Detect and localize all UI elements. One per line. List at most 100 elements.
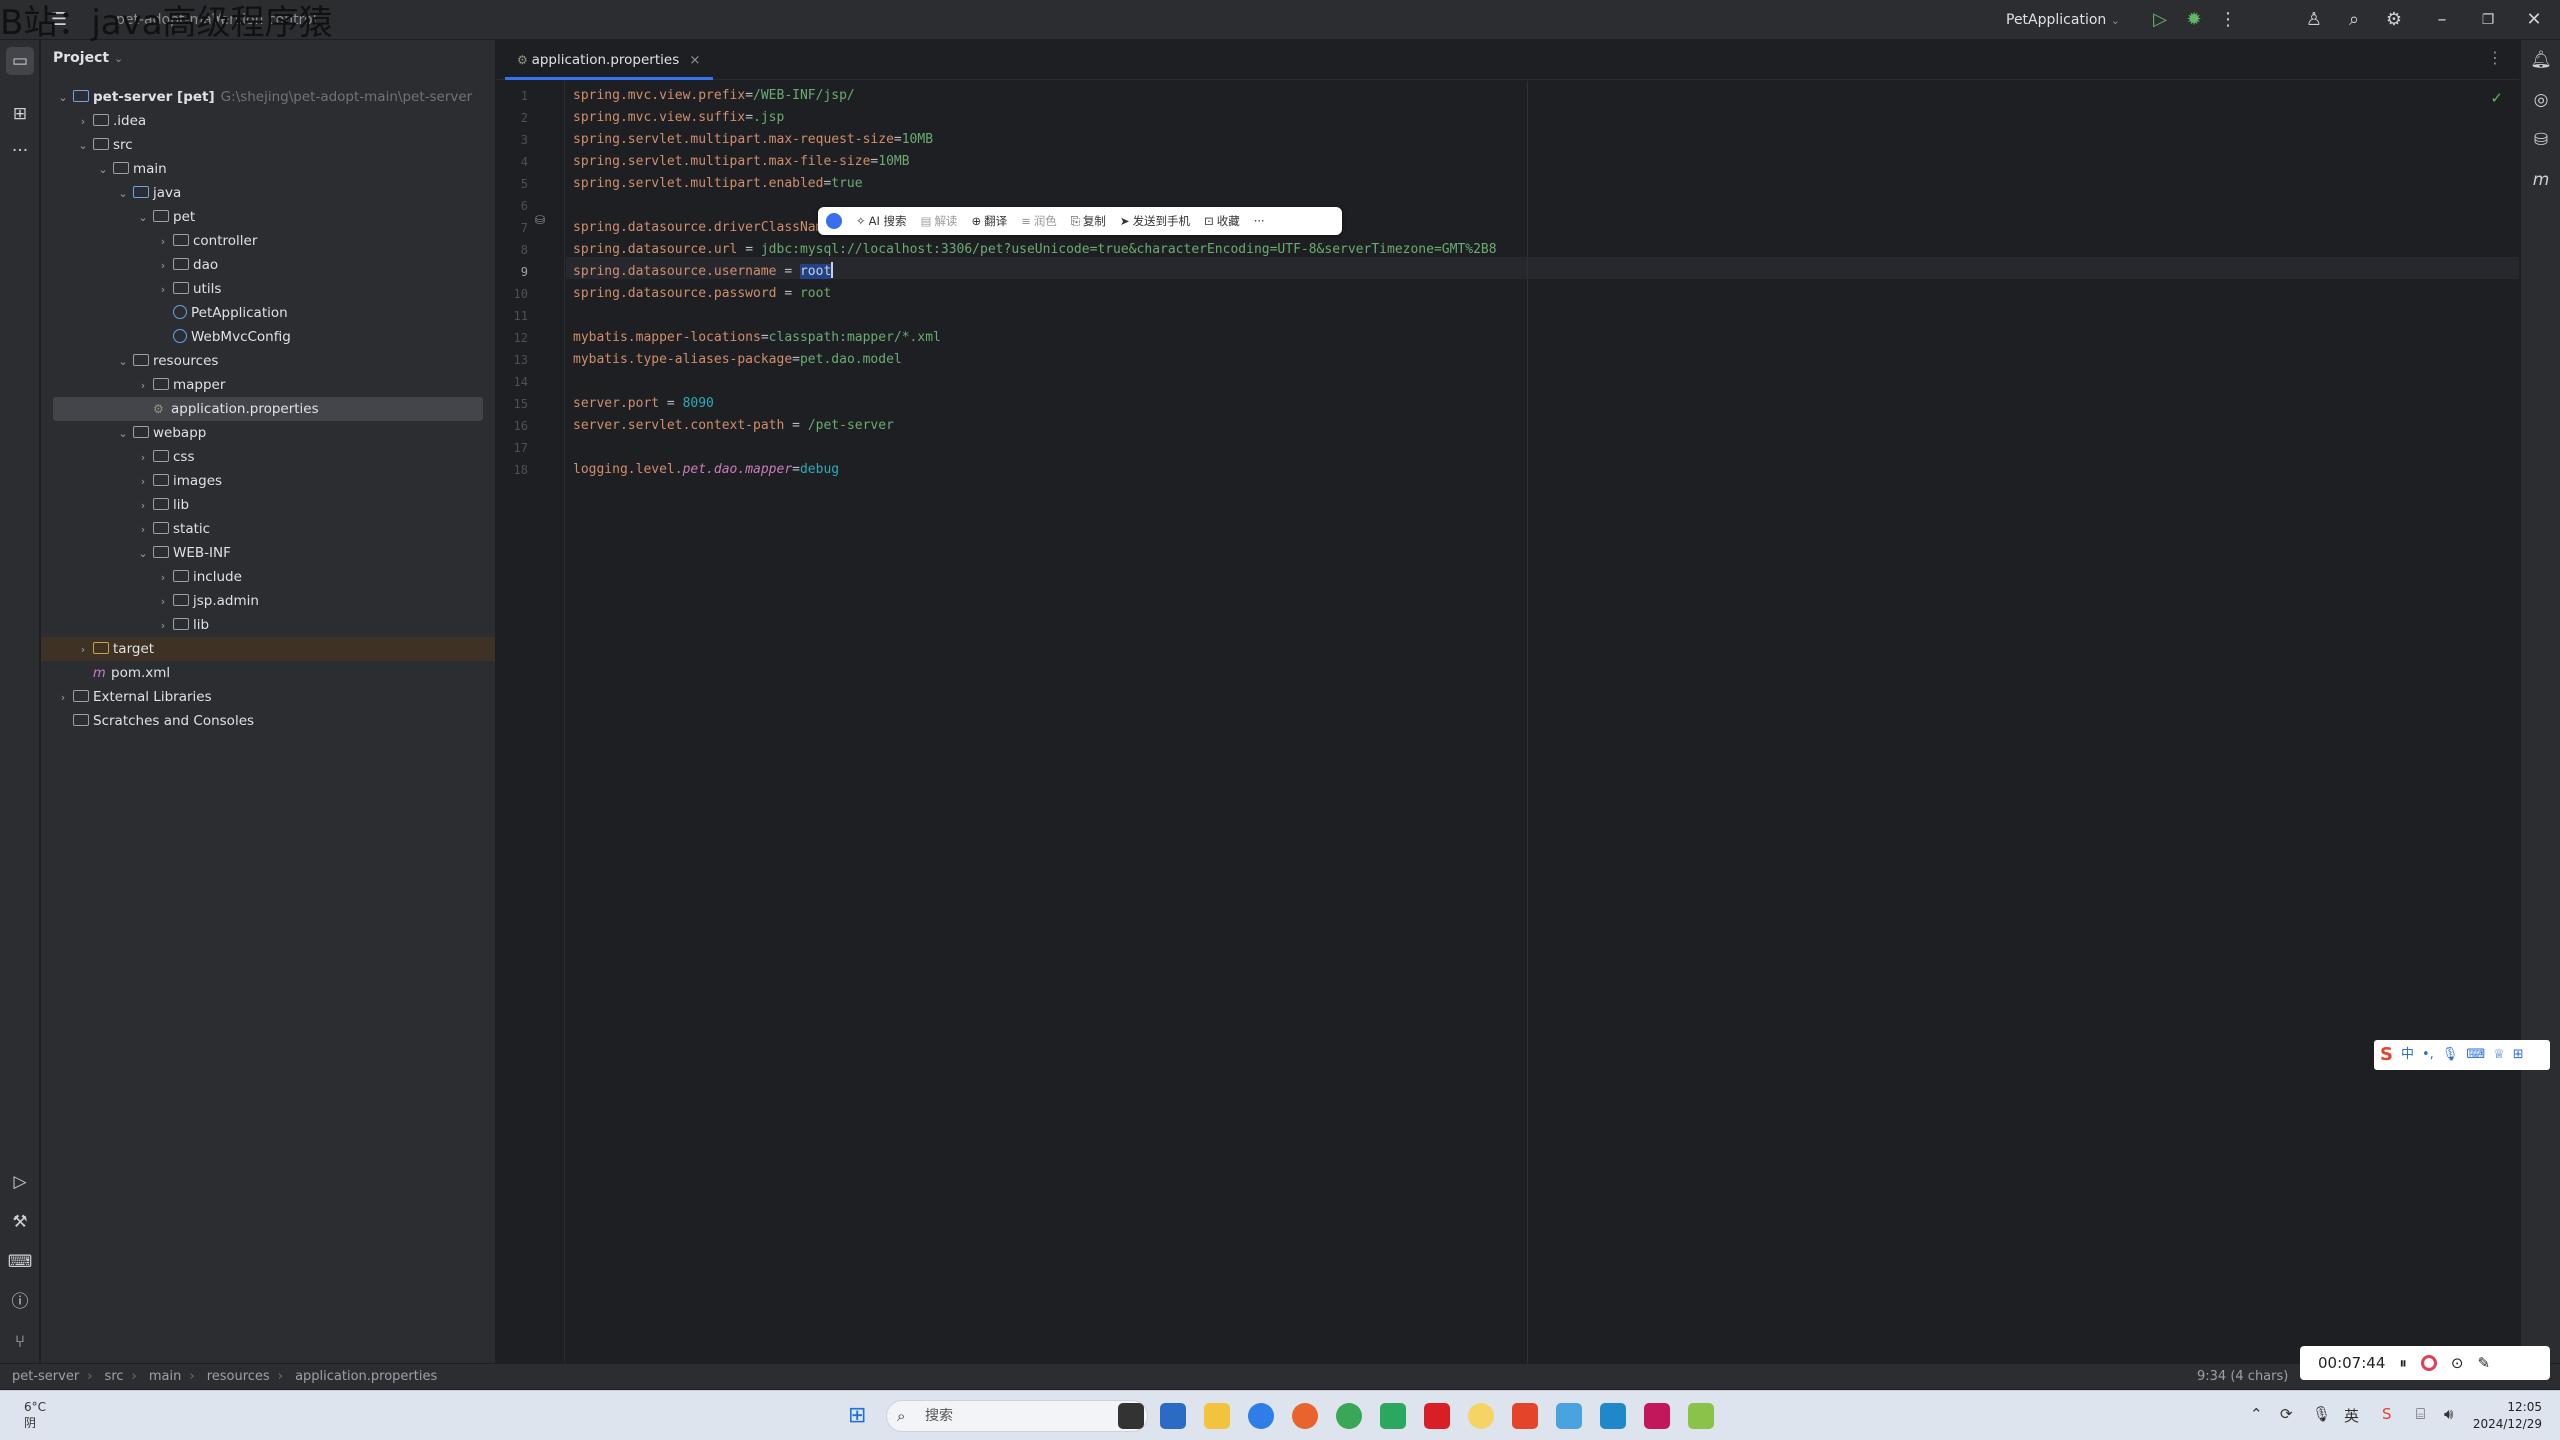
copy-button[interactable]: ⎘ 复制 xyxy=(1071,213,1106,229)
line-number[interactable]: 8 xyxy=(521,239,528,261)
sogou-tray-icon[interactable]: S xyxy=(2382,1405,2392,1423)
expand-arrow-icon[interactable]: ⌄ xyxy=(115,182,131,206)
code-line[interactable] xyxy=(565,195,573,217)
close-window-icon[interactable]: ✕ xyxy=(2520,6,2548,34)
tree-item-application-properties[interactable]: ⚙ application.properties xyxy=(53,397,483,421)
line-number[interactable]: 14 xyxy=(514,371,528,393)
code-line[interactable]: spring.servlet.multipart.max-request-siz… xyxy=(565,129,933,151)
more-tools-icon[interactable]: ··· xyxy=(6,137,34,165)
expand-arrow-icon[interactable]: ⌄ xyxy=(115,422,131,446)
expand-arrow-icon[interactable]: ⌄ xyxy=(115,350,131,374)
tree-item-webmvcconfig[interactable]: WebMvcConfig xyxy=(41,325,495,349)
problems-icon[interactable]: ⓘ xyxy=(6,1288,34,1316)
line-number[interactable]: 13 xyxy=(514,349,528,371)
skin-icon[interactable]: ♕ xyxy=(2493,1040,2505,1070)
ai-assistant-icon[interactable]: ◎ xyxy=(2527,86,2555,114)
expand-arrow-icon[interactable]: ⌄ xyxy=(135,542,151,566)
expand-arrow-icon[interactable]: ⌄ xyxy=(75,134,91,158)
collapse-arrow-icon[interactable]: › xyxy=(135,518,151,542)
line-number[interactable]: 1 xyxy=(521,85,528,107)
store-icon[interactable] xyxy=(1160,1403,1186,1429)
tree-item-target[interactable]: › target xyxy=(41,637,495,661)
code-line[interactable]: spring.datasource.password = root xyxy=(565,283,831,305)
chrome-icon[interactable] xyxy=(1336,1403,1362,1429)
notifications-bell-icon[interactable]: 🔔︎ xyxy=(2527,46,2555,74)
tree-item-scratches[interactable]: Scratches and Consoles xyxy=(41,709,495,733)
collapse-arrow-icon[interactable]: › xyxy=(155,278,171,302)
task-view-icon[interactable] xyxy=(1118,1403,1144,1429)
weather-widget[interactable]: 6°C 阴 xyxy=(24,1399,46,1431)
code-line[interactable]: mybatis.mapper-locations=classpath:mappe… xyxy=(565,327,941,349)
breadcrumb-item[interactable]: resources xyxy=(207,1369,270,1384)
tree-item-main[interactable]: ⌄ main xyxy=(41,157,495,181)
volume-icon[interactable]: 🔊︎ xyxy=(2444,1405,2453,1423)
code-line[interactable]: spring.servlet.multipart.enabled=true xyxy=(565,173,863,195)
edge-icon[interactable] xyxy=(1380,1403,1406,1429)
app-green-icon[interactable] xyxy=(1688,1403,1714,1429)
tray-overflow-icon[interactable]: ⌃ xyxy=(2250,1405,2263,1423)
line-number[interactable]: 15 xyxy=(514,393,528,415)
tab-options-icon[interactable]: ⋮ xyxy=(2487,48,2503,67)
line-number[interactable]: 4 xyxy=(521,151,528,173)
code-line[interactable]: spring.mvc.view.suffix=.jsp xyxy=(565,107,784,129)
line-number[interactable]: 2 xyxy=(521,107,528,129)
windows-start-icon[interactable]: ⊞ xyxy=(848,1403,866,1428)
more-button[interactable]: ··· xyxy=(1254,214,1265,228)
caret-position[interactable]: 9:34 (4 chars) xyxy=(2197,1364,2288,1390)
breadcrumb-item[interactable]: application.properties xyxy=(295,1369,437,1384)
expand-arrow-icon[interactable]: ⌄ xyxy=(55,86,71,110)
maven-tool-icon[interactable]: m xyxy=(2527,166,2555,194)
tree-item-pet[interactable]: ⌄ pet xyxy=(41,205,495,229)
breadcrumb-item[interactable]: src xyxy=(105,1369,124,1384)
restore-icon[interactable]: ❐ xyxy=(2474,6,2502,34)
code-line[interactable]: server.servlet.context-path = /pet-serve… xyxy=(565,415,894,437)
toolbox-icon[interactable]: ⊞ xyxy=(2513,1040,2524,1070)
code-line[interactable]: spring.datasource.username = root xyxy=(565,261,834,283)
tree-item-resources[interactable]: ⌄ resources xyxy=(41,349,495,373)
line-number[interactable]: 18 xyxy=(514,459,528,481)
keyboard-icon[interactable]: ⌨ xyxy=(2466,1040,2485,1070)
tree-item-web-inf-lib[interactable]: › lib xyxy=(41,613,495,637)
tree-item-static[interactable]: › static xyxy=(41,517,495,541)
collapse-arrow-icon[interactable]: › xyxy=(75,638,91,662)
favorite-button[interactable]: ⊡ 收藏 xyxy=(1204,213,1240,229)
line-number[interactable]: 9 xyxy=(521,261,528,283)
collapse-arrow-icon[interactable]: › xyxy=(155,590,171,614)
polish-button[interactable]: ≡ 润色 xyxy=(1021,213,1057,229)
project-panel-header[interactable]: Project ⌄ xyxy=(53,50,123,66)
app-orange-icon[interactable] xyxy=(1512,1403,1538,1429)
taskbar-search[interactable]: ⌕ 搜索 xyxy=(886,1400,1148,1432)
no-problems-check-icon[interactable]: ✓ xyxy=(2490,89,2503,107)
close-tab-icon[interactable]: × xyxy=(689,52,700,68)
account-icon[interactable]: ♙ xyxy=(2300,6,2328,34)
notepad-icon[interactable] xyxy=(1600,1403,1626,1429)
camera-icon[interactable]: ⊙ xyxy=(2451,1354,2464,1372)
tree-item-controller[interactable]: › controller xyxy=(41,229,495,253)
expand-arrow-icon[interactable]: ⌄ xyxy=(95,158,111,182)
app-yellow-icon[interactable] xyxy=(1468,1403,1494,1429)
project-tool-icon[interactable]: ▭ xyxy=(6,47,34,75)
tree-item-include[interactable]: › include xyxy=(41,565,495,589)
mic-tray-icon[interactable]: 🎙︎ xyxy=(2312,1405,2331,1423)
tree-item-webapp[interactable]: ⌄ webapp xyxy=(41,421,495,445)
collapse-arrow-icon[interactable]: › xyxy=(75,110,91,134)
collapse-arrow-icon[interactable]: › xyxy=(155,566,171,590)
app-red-icon[interactable] xyxy=(1424,1403,1450,1429)
translate-button[interactable]: ⊕ 翻译 xyxy=(971,213,1007,229)
tree-item-external-libraries[interactable]: › External Libraries xyxy=(41,685,495,709)
collapse-arrow-icon[interactable]: › xyxy=(135,374,151,398)
breadcrumb-item[interactable]: main xyxy=(149,1369,181,1384)
tree-item-lib[interactable]: › lib xyxy=(41,493,495,517)
ime-toolbar[interactable]: S 中 •, 🎙︎ ⌨ ♕ ⊞ xyxy=(2374,1040,2550,1070)
tree-item-pom-xml[interactable]: m pom.xml xyxy=(41,661,495,685)
tree-item-web-inf[interactable]: ⌄ WEB-INF xyxy=(41,541,495,565)
code-line[interactable]: server.port = 8090 xyxy=(565,393,714,415)
more-actions-icon[interactable]: ⋮ xyxy=(2214,6,2242,34)
tree-item-jsp-admin[interactable]: › jsp.admin xyxy=(41,589,495,613)
microphone-icon[interactable]: 🎙︎ xyxy=(2442,1040,2459,1070)
code-line[interactable]: mybatis.type-aliases-package=pet.dao.mod… xyxy=(565,349,902,371)
pen-icon[interactable]: ✎ xyxy=(2477,1354,2490,1372)
network-icon[interactable]: ⌸ xyxy=(2416,1405,2425,1423)
code-line[interactable]: logging.level.pet.dao.mapper=debug xyxy=(565,459,839,481)
tree-item-pet-server[interactable]: ⌄ pet-server [pet] G:\shejing\pet-adopt-ma… xyxy=(41,85,495,109)
